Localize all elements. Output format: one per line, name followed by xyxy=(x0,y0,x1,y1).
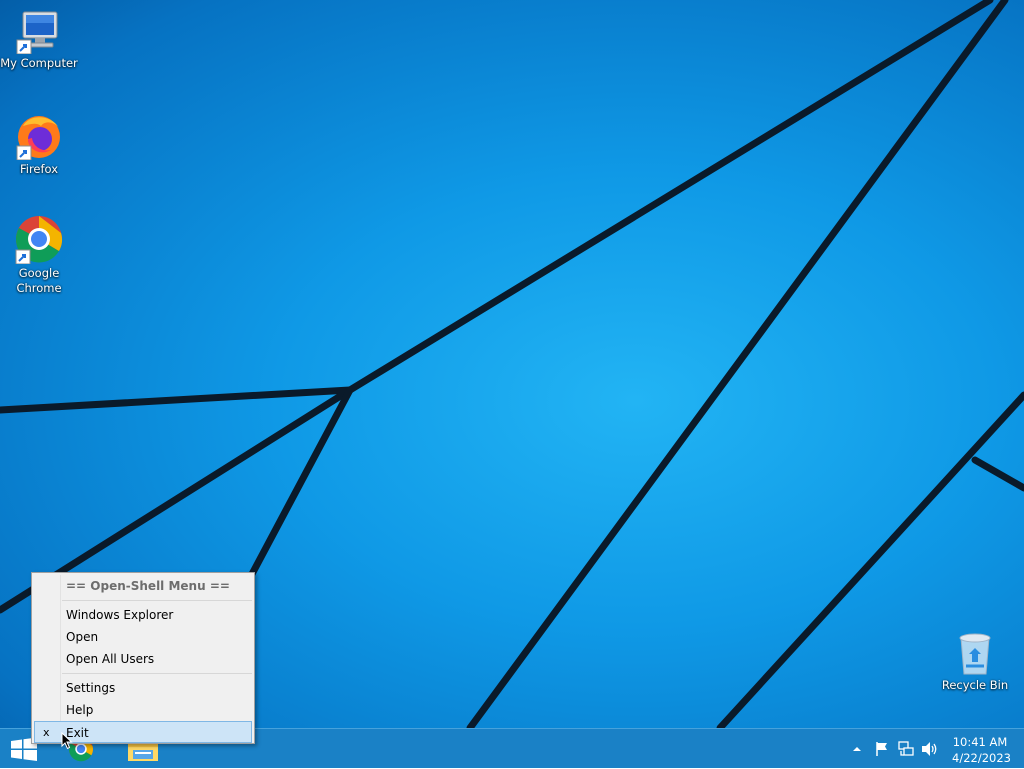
desktop-icon-label: Google Chrome xyxy=(16,266,62,295)
network-icon[interactable] xyxy=(898,741,914,757)
menu-item-help[interactable]: Help xyxy=(34,699,252,721)
mouse-cursor-icon xyxy=(61,732,73,750)
menu-separator xyxy=(62,600,252,601)
menu-item-windows-explorer[interactable]: Windows Explorer xyxy=(34,604,252,626)
menu-item-open-all-users[interactable]: Open All Users xyxy=(34,648,252,670)
chevron-up-icon[interactable] xyxy=(852,744,862,754)
desktop-icon-firefox[interactable]: Firefox xyxy=(0,112,79,177)
menu-item-settings[interactable]: Settings xyxy=(34,677,252,699)
desktop-icon-recycle-bin[interactable]: Recycle Bin xyxy=(935,630,1015,693)
firefox-icon xyxy=(16,116,60,160)
speaker-icon[interactable] xyxy=(921,741,939,757)
desktop-icon-google-chrome[interactable]: Google Chrome xyxy=(0,214,79,296)
menu-separator xyxy=(62,673,252,674)
taskbar-clock[interactable]: 10:41 AM 4/22/2023 xyxy=(952,734,1011,766)
open-shell-context-menu: == Open-Shell Menu == Windows Explorer O… xyxy=(31,572,255,744)
clock-date: 4/22/2023 xyxy=(952,751,1011,765)
desktop-icon-label: Firefox xyxy=(19,162,59,176)
chrome-icon xyxy=(15,216,62,264)
desktop-icon-my-computer[interactable]: My Computer xyxy=(0,10,79,71)
desktop-icon-label: Recycle Bin xyxy=(941,678,1009,692)
clock-time: 10:41 AM xyxy=(952,735,1008,749)
exit-x-icon: x xyxy=(43,726,50,739)
computer-icon xyxy=(16,11,58,54)
menu-item-open[interactable]: Open xyxy=(34,626,252,648)
menu-title: == Open-Shell Menu == xyxy=(66,579,230,593)
flag-icon[interactable] xyxy=(874,741,890,757)
desktop-icon-label: My Computer xyxy=(0,56,78,70)
recycle-bin-icon xyxy=(959,633,991,675)
